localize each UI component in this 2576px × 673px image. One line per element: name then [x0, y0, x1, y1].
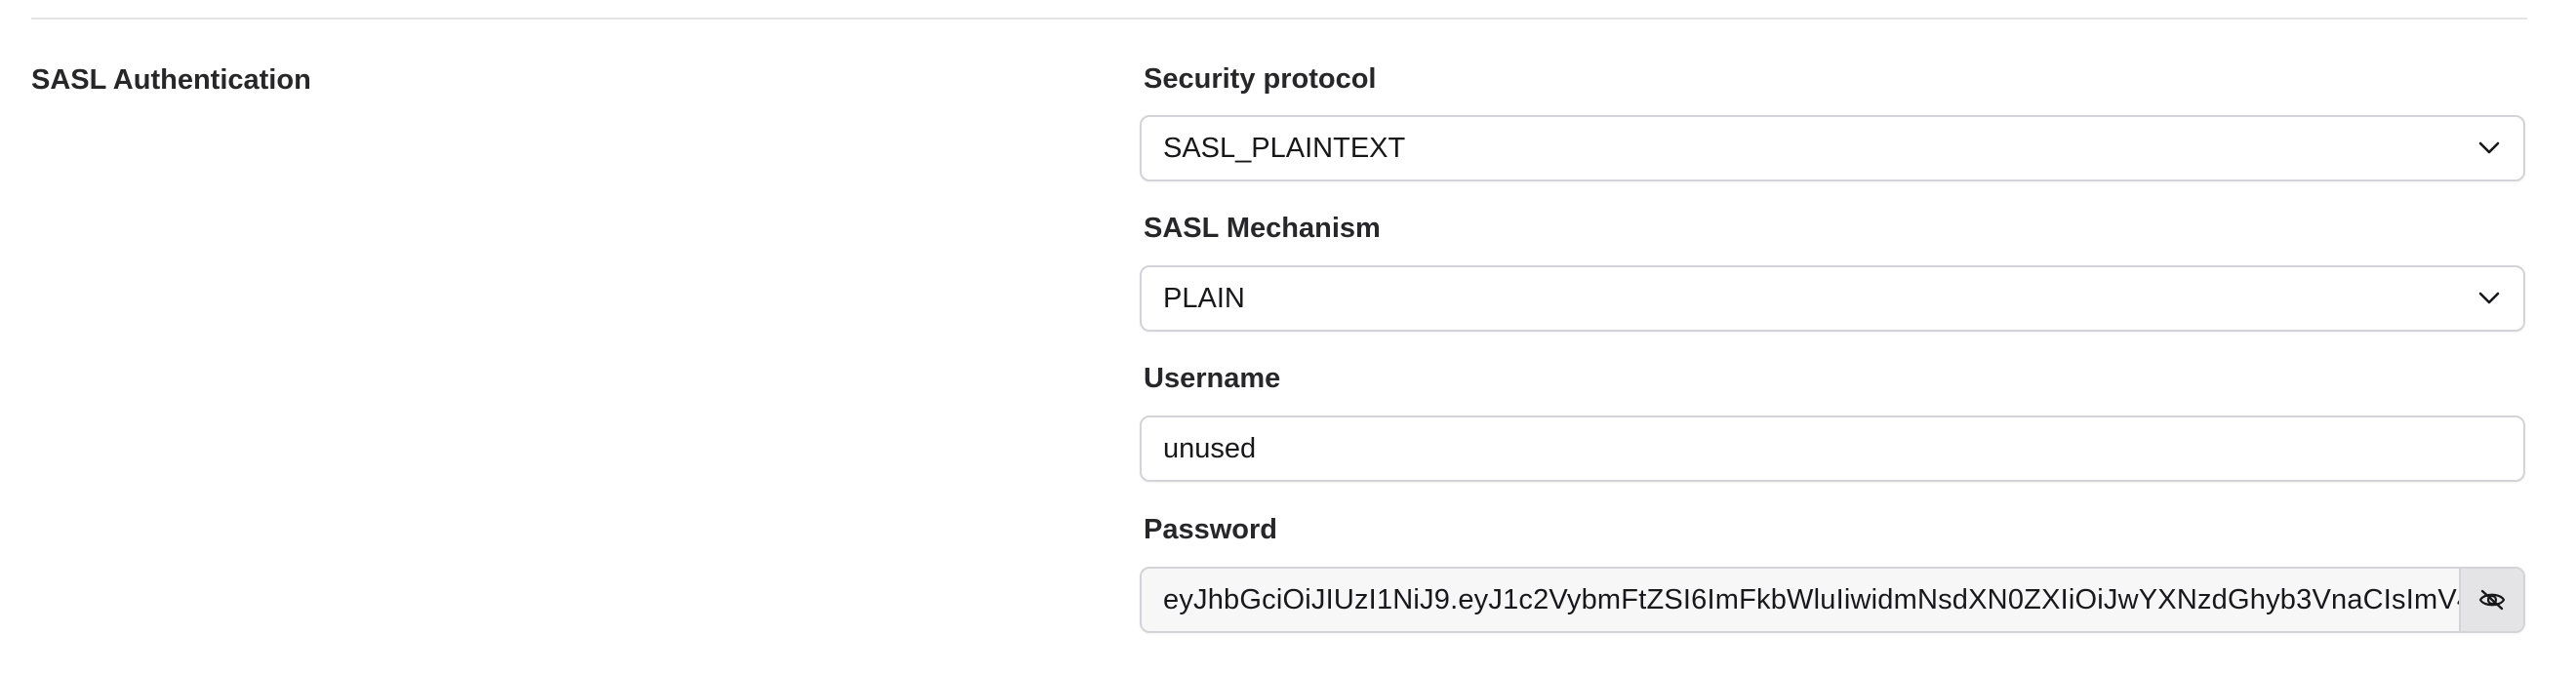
password-label: Password: [1144, 514, 1277, 545]
section-title: SASL Authentication: [31, 64, 311, 96]
sasl-mechanism-label: SASL Mechanism: [1144, 213, 1381, 244]
chevron-down-icon[interactable]: [2455, 117, 2523, 179]
security-protocol-value: SASL_PLAINTEXT: [1163, 133, 1406, 164]
security-protocol-label: Security protocol: [1144, 63, 1377, 95]
sasl-mechanism-select[interactable]: PLAIN: [1140, 265, 2525, 332]
username-value[interactable]: unused: [1142, 429, 2523, 468]
security-protocol-select[interactable]: SASL_PLAINTEXT: [1140, 115, 2525, 181]
username-input[interactable]: unused: [1140, 416, 2525, 482]
sasl-fields: Security protocol SASL_PLAINTEXT SASL Me…: [1140, 0, 2529, 673]
eye-off-icon: [2478, 589, 2506, 611]
toggle-password-visibility-button[interactable]: [2459, 569, 2523, 631]
password-input[interactable]: eyJhbGciOiJIUzI1NiJ9.eyJ1c2VybmFtZSI6ImF…: [1140, 567, 2525, 633]
sasl-mechanism-value: PLAIN: [1163, 283, 1245, 314]
username-label: Username: [1144, 363, 1281, 394]
password-value[interactable]: eyJhbGciOiJIUzI1NiJ9.eyJ1c2VybmFtZSI6ImF…: [1142, 580, 2459, 619]
chevron-down-icon[interactable]: [2455, 267, 2523, 330]
